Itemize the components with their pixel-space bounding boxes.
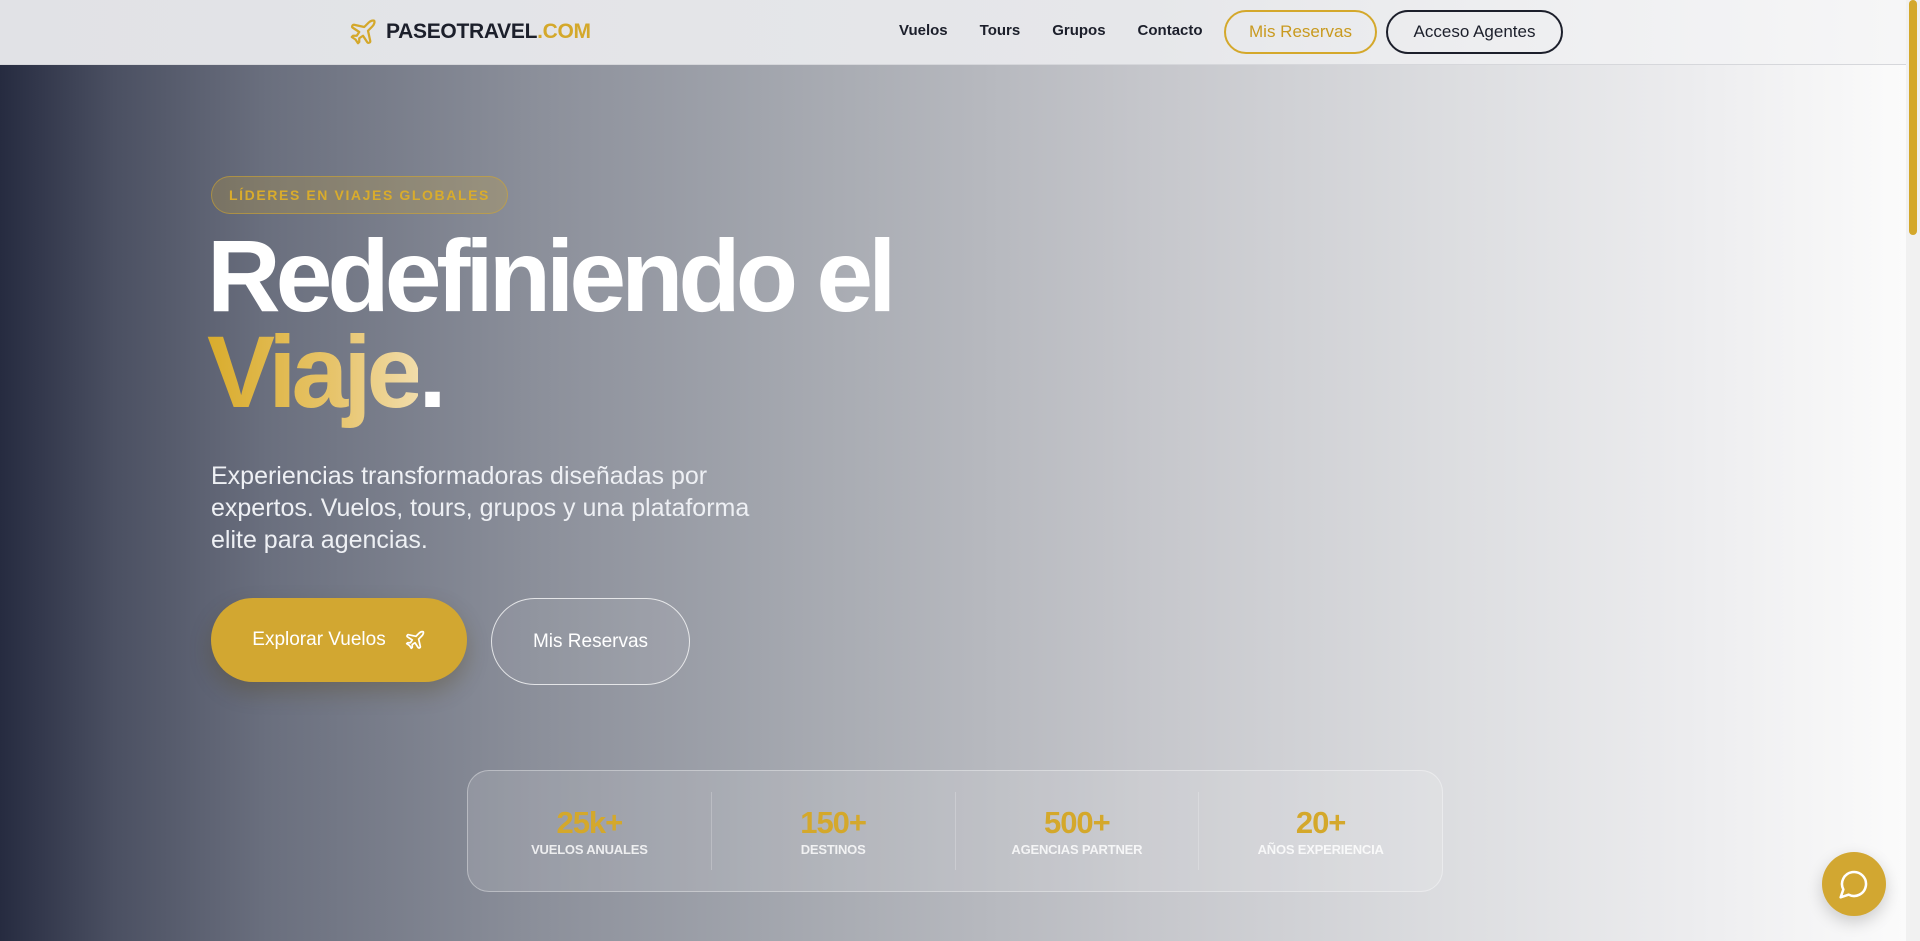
- chat-button[interactable]: [1822, 852, 1886, 916]
- brand-name: PASEOTRAVEL: [386, 20, 538, 43]
- stat-value: 150+: [800, 804, 867, 840]
- stat-label: VUELOS ANUALES: [531, 841, 648, 857]
- hero-headline: Redefiniendo el Viaje.: [207, 225, 896, 423]
- hero-subtitle: Experiencias transformadoras diseñadas p…: [211, 462, 750, 554]
- brand-tld: .COM: [537, 20, 591, 43]
- nav-link-tours[interactable]: Tours: [980, 22, 1021, 39]
- agents-access-button[interactable]: Acceso Agentes: [1386, 10, 1563, 54]
- nav-link-contacto[interactable]: Contacto: [1138, 22, 1203, 39]
- headline-period: .: [418, 315, 446, 429]
- scrollbar[interactable]: [1906, 0, 1920, 941]
- nav-link-grupos[interactable]: Grupos: [1052, 22, 1105, 39]
- navbar: PASEOTRAVEL .COM Vuelos Tours Grupos Cont…: [0, 0, 1906, 65]
- chat-bubble-icon: [1838, 868, 1870, 900]
- scrollbar-thumb[interactable]: [1909, 0, 1917, 235]
- my-reservations-hero-button[interactable]: Mis Reservas: [491, 598, 690, 685]
- stat-item: 25k+ VUELOS ANUALES: [468, 792, 712, 870]
- stat-item: 500+ AGENCIAS PARTNER: [956, 792, 1200, 870]
- stats-panel: 25k+ VUELOS ANUALES 150+ DESTINOS 500+ A…: [467, 770, 1443, 892]
- stat-value: 25k+: [556, 804, 623, 840]
- explore-flights-button[interactable]: Explorar Vuelos: [211, 598, 467, 682]
- stat-label: DESTINOS: [800, 841, 866, 857]
- stat-value: 500+: [1043, 804, 1111, 840]
- hero-badge: LÍDERES EN VIAJES GLOBALES: [211, 176, 508, 214]
- headline-line2: Viaje.: [207, 321, 891, 423]
- stat-item: 150+ DESTINOS: [712, 792, 956, 870]
- stat-label: AÑOS EXPERIENCIA: [1257, 841, 1384, 857]
- plane-icon: [348, 17, 378, 47]
- stat-item: 20+ AÑOS EXPERIENCIA: [1199, 792, 1442, 870]
- nav-link-vuelos[interactable]: Vuelos: [899, 22, 948, 39]
- my-reservations-nav-button[interactable]: Mis Reservas: [1224, 10, 1377, 54]
- brand-logo[interactable]: PASEOTRAVEL .COM: [348, 16, 591, 48]
- main-nav: Vuelos Tours Grupos Contacto: [899, 22, 1235, 39]
- stat-label: AGENCIAS PARTNER: [1011, 841, 1143, 857]
- plane-icon: [404, 629, 426, 651]
- explore-flights-label: Explorar Vuelos: [252, 629, 386, 650]
- headline-accent-word: Viaje: [207, 315, 423, 429]
- stat-value: 20+: [1295, 804, 1347, 840]
